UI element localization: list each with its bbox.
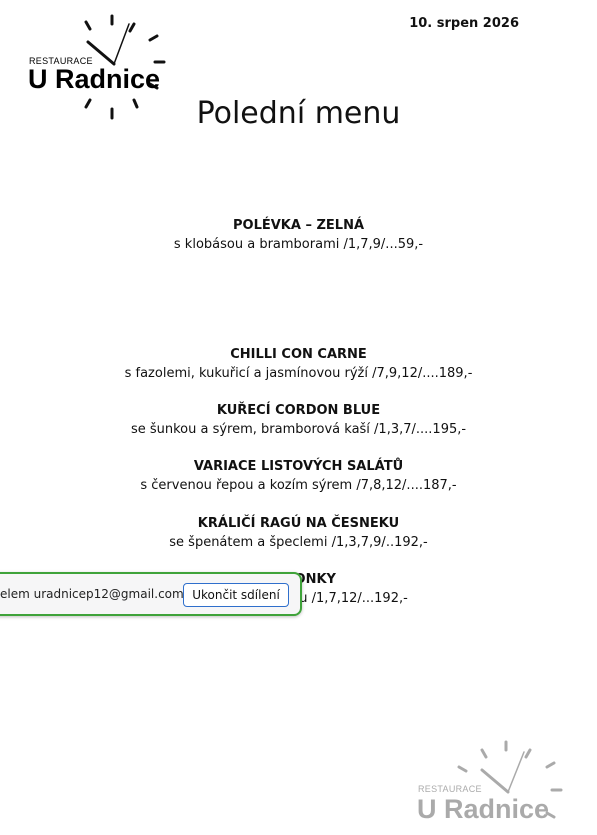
main-item: CHILLI CON CARNE s fazolemi, kukuřicí a …: [0, 346, 597, 383]
main-item: KUŘECÍ CORDON BLUE se šunkou a sýrem, br…: [0, 402, 597, 439]
stop-sharing-button[interactable]: Ukončit sdílení: [183, 583, 289, 607]
dish-name: VARIACE LISTOVÝCH SALÁTŮ: [193, 459, 404, 474]
dish-description: s červenou řepou a kozím sýrem /7,8,12/.…: [140, 478, 457, 493]
main-item: KRÁLIČÍ RAGÚ NA ČESNEKU se špenátem a šp…: [0, 515, 597, 552]
logo-small-text: RESTAURACE: [418, 784, 482, 794]
dish-description: se šunkou a sýrem, bramborová kaší /1,3,…: [130, 422, 467, 437]
dish-name: KUŘECÍ CORDON BLUE: [216, 403, 381, 418]
logo-big-text: U Radnice: [417, 794, 549, 824]
dish-name: KRÁLIČÍ RAGÚ NA ČESNEKU: [197, 516, 400, 531]
soup-item: POLÉVKA – ZELNÁ s klobásou a bramborami …: [0, 217, 597, 254]
dish-description: s fazolemi, kukuřicí a jasmínovou rýží /…: [124, 366, 473, 381]
watermark-logo: RESTAURACE U Radnice: [417, 740, 563, 824]
menu-date: 10. srpen 2026: [409, 16, 519, 31]
dish-description: se špenátem a špeclemi /1,3,7,9/..192,-: [169, 535, 428, 550]
share-status-text: elem uradnicep12@gmail.com: [0, 587, 184, 601]
dish-name: POLÉVKA – ZELNÁ: [232, 218, 365, 233]
logo-big-text: U Radnice: [28, 64, 160, 94]
page-title: Polední menu: [196, 96, 401, 131]
screen-share-bar: elem uradnicep12@gmail.com Ukončit sdíle…: [0, 572, 302, 616]
dish-description: s klobásou a bramborami /1,7,9/...59,-: [173, 237, 424, 252]
dish-name: CHILLI CON CARNE: [230, 347, 367, 362]
main-item: VARIACE LISTOVÝCH SALÁTŮ s červenou řepo…: [0, 458, 597, 495]
